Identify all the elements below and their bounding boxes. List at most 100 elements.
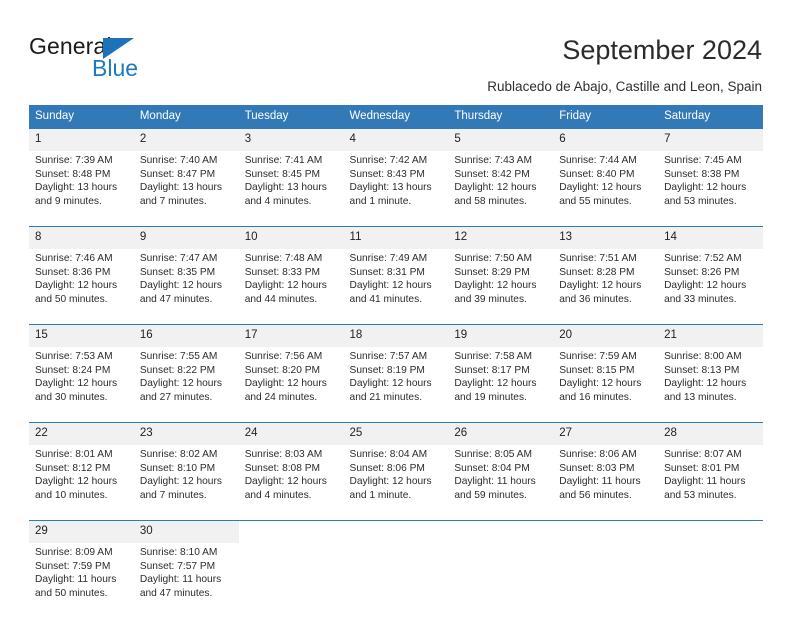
generalblue-logo[interactable]: General Blue: [29, 33, 169, 85]
day-number[interactable]: 20: [553, 325, 659, 347]
day-number[interactable]: 24: [238, 423, 344, 445]
sunset-text: Sunset: 8:48 PM: [35, 168, 111, 180]
day-number[interactable]: 17: [238, 325, 344, 347]
week-daynumber-row: 8 9 10 11 12 13 14: [29, 227, 763, 249]
day-cell[interactable]: Sunrise: 7:42 AM Sunset: 8:43 PM Dayligh…: [343, 151, 449, 226]
week-detail-row: Sunrise: 7:39 AM Sunset: 8:48 PM Dayligh…: [29, 151, 763, 226]
day-cell[interactable]: Sunrise: 7:41 AM Sunset: 8:45 PM Dayligh…: [238, 151, 344, 226]
day-number[interactable]: 12: [448, 227, 554, 249]
daylight-text-line1: Daylight: 12 hours: [349, 280, 432, 292]
day-cell[interactable]: Sunrise: 8:05 AM Sunset: 8:04 PM Dayligh…: [448, 445, 554, 520]
sunset-text: Sunset: 8:03 PM: [559, 462, 635, 474]
day-number[interactable]: 1: [29, 129, 134, 151]
day-cell[interactable]: Sunrise: 7:59 AM Sunset: 8:15 PM Dayligh…: [553, 347, 659, 422]
day-number[interactable]: 6: [553, 129, 659, 151]
daylight-text-line2: and 9 minutes.: [35, 195, 102, 207]
sunrise-text: Sunrise: 8:02 AM: [139, 449, 218, 460]
day-number[interactable]: 9: [133, 227, 239, 249]
sunset-text: Sunset: 8:31 PM: [349, 266, 425, 278]
day-cell[interactable]: Sunrise: 7:57 AM Sunset: 8:19 PM Dayligh…: [343, 347, 449, 422]
day-number[interactable]: 26: [448, 423, 554, 445]
day-number[interactable]: 4: [343, 129, 449, 151]
day-number[interactable]: 27: [553, 423, 659, 445]
day-number[interactable]: 11: [343, 227, 449, 249]
sunset-text: Sunset: 8:19 PM: [349, 364, 425, 376]
day-cell[interactable]: Sunrise: 7:43 AM Sunset: 8:42 PM Dayligh…: [448, 151, 554, 226]
sunset-text: Sunset: 8:13 PM: [664, 364, 740, 376]
sunrise-text: Sunrise: 7:45 AM: [664, 155, 742, 166]
sunset-text: Sunset: 7:59 PM: [35, 560, 111, 572]
day-number[interactable]: 15: [29, 325, 134, 347]
day-cell[interactable]: Sunrise: 8:00 AM Sunset: 8:13 PM Dayligh…: [658, 347, 763, 422]
day-number[interactable]: 7: [658, 129, 763, 151]
day-cell[interactable]: Sunrise: 7:45 AM Sunset: 8:38 PM Dayligh…: [658, 151, 763, 226]
daylight-text-line1: Daylight: 12 hours: [244, 476, 327, 488]
day-cell[interactable]: Sunrise: 7:58 AM Sunset: 8:17 PM Dayligh…: [448, 347, 554, 422]
logo-text-blue: Blue: [92, 55, 139, 81]
day-number[interactable]: 29: [29, 521, 134, 543]
weekday-header-friday: Friday: [553, 105, 659, 129]
day-cell[interactable]: Sunrise: 7:50 AM Sunset: 8:29 PM Dayligh…: [448, 249, 554, 324]
daylight-text-line1: Daylight: 12 hours: [454, 378, 537, 390]
day-cell[interactable]: Sunrise: 7:52 AM Sunset: 8:26 PM Dayligh…: [658, 249, 763, 324]
daylight-text-line1: Daylight: 12 hours: [349, 378, 432, 390]
day-cell[interactable]: Sunrise: 7:47 AM Sunset: 8:35 PM Dayligh…: [133, 249, 239, 324]
week-detail-row: Sunrise: 8:01 AM Sunset: 8:12 PM Dayligh…: [29, 445, 763, 520]
page-title: September 2024: [562, 35, 762, 65]
day-number[interactable]: 8: [29, 227, 134, 249]
day-cell[interactable]: Sunrise: 7:51 AM Sunset: 8:28 PM Dayligh…: [553, 249, 659, 324]
daylight-text-line1: Daylight: 13 hours: [244, 182, 327, 194]
sunrise-text: Sunrise: 7:48 AM: [244, 253, 323, 264]
daylight-text-line2: and 30 minutes.: [35, 391, 108, 403]
day-cell-empty: [658, 521, 763, 543]
day-number[interactable]: 18: [343, 325, 449, 347]
day-number[interactable]: 3: [238, 129, 344, 151]
day-number[interactable]: 13: [553, 227, 659, 249]
day-number[interactable]: 2: [133, 129, 239, 151]
day-cell[interactable]: Sunrise: 8:03 AM Sunset: 8:08 PM Dayligh…: [238, 445, 344, 520]
day-cell-empty: [238, 521, 344, 543]
sunset-text: Sunset: 8:15 PM: [559, 364, 635, 376]
day-cell[interactable]: Sunrise: 8:04 AM Sunset: 8:06 PM Dayligh…: [343, 445, 449, 520]
day-cell[interactable]: Sunrise: 8:02 AM Sunset: 8:10 PM Dayligh…: [133, 445, 239, 520]
day-cell[interactable]: Sunrise: 7:40 AM Sunset: 8:47 PM Dayligh…: [133, 151, 239, 226]
day-number[interactable]: 14: [658, 227, 763, 249]
day-number[interactable]: 21: [658, 325, 763, 347]
day-cell[interactable]: Sunrise: 7:49 AM Sunset: 8:31 PM Dayligh…: [343, 249, 449, 324]
daylight-text-line1: Daylight: 12 hours: [349, 476, 432, 488]
daylight-text-line2: and 56 minutes.: [559, 489, 632, 501]
week-detail-row: Sunrise: 8:09 AM Sunset: 7:59 PM Dayligh…: [29, 543, 763, 618]
daylight-text-line2: and 10 minutes.: [35, 489, 108, 501]
sunset-text: Sunset: 8:28 PM: [559, 266, 635, 278]
day-number[interactable]: 28: [658, 423, 763, 445]
daylight-text-line2: and 1 minute.: [349, 195, 412, 207]
day-number[interactable]: 10: [238, 227, 344, 249]
daylight-text-line2: and 16 minutes.: [559, 391, 632, 403]
weekday-header-wednesday: Wednesday: [343, 105, 449, 129]
week-daynumber-row: 22 23 24 25 26 27 28: [29, 423, 763, 445]
day-cell[interactable]: Sunrise: 7:48 AM Sunset: 8:33 PM Dayligh…: [238, 249, 344, 324]
day-cell[interactable]: Sunrise: 7:46 AM Sunset: 8:36 PM Dayligh…: [29, 249, 134, 324]
day-number[interactable]: 22: [29, 423, 134, 445]
day-number[interactable]: 5: [448, 129, 554, 151]
day-cell[interactable]: Sunrise: 8:06 AM Sunset: 8:03 PM Dayligh…: [553, 445, 659, 520]
day-cell[interactable]: Sunrise: 8:07 AM Sunset: 8:01 PM Dayligh…: [658, 445, 763, 520]
sunset-text: Sunset: 8:24 PM: [35, 364, 111, 376]
day-cell[interactable]: Sunrise: 8:01 AM Sunset: 8:12 PM Dayligh…: [29, 445, 134, 520]
sunrise-text: Sunrise: 8:10 AM: [139, 547, 218, 558]
day-cell[interactable]: Sunrise: 7:56 AM Sunset: 8:20 PM Dayligh…: [238, 347, 344, 422]
day-cell[interactable]: Sunrise: 7:39 AM Sunset: 8:48 PM Dayligh…: [29, 151, 134, 226]
daylight-text-line1: Daylight: 12 hours: [454, 182, 537, 194]
daylight-text-line1: Daylight: 11 hours: [559, 476, 641, 488]
day-number[interactable]: 25: [343, 423, 449, 445]
day-cell[interactable]: Sunrise: 7:44 AM Sunset: 8:40 PM Dayligh…: [553, 151, 659, 226]
day-number[interactable]: 30: [133, 521, 239, 543]
day-number[interactable]: 23: [133, 423, 239, 445]
day-number[interactable]: 19: [448, 325, 554, 347]
day-cell[interactable]: Sunrise: 8:10 AM Sunset: 7:57 PM Dayligh…: [133, 543, 239, 618]
day-number[interactable]: 16: [133, 325, 239, 347]
day-cell[interactable]: Sunrise: 8:09 AM Sunset: 7:59 PM Dayligh…: [29, 543, 134, 618]
day-cell[interactable]: Sunrise: 7:53 AM Sunset: 8:24 PM Dayligh…: [29, 347, 134, 422]
day-cell[interactable]: Sunrise: 7:55 AM Sunset: 8:22 PM Dayligh…: [133, 347, 239, 422]
daylight-text-line2: and 7 minutes.: [139, 489, 207, 501]
